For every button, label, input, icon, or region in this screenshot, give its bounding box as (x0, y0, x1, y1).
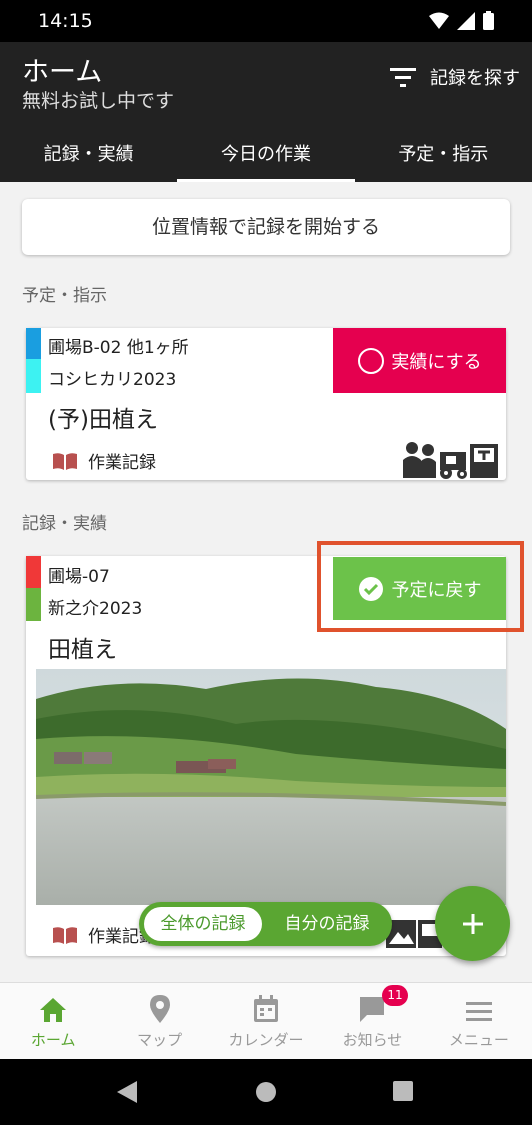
nav-menu-label: メニュー (448, 1031, 509, 1049)
notification-count-badge: 11 (382, 985, 408, 1006)
recents-icon[interactable] (393, 1081, 413, 1101)
nav-map[interactable]: マップ (106, 983, 212, 1059)
field-color-stripe (26, 328, 41, 359)
crop-color-stripe (26, 588, 41, 621)
menu-icon (465, 1002, 492, 1021)
section-label-records: 記録・実績 (22, 514, 107, 534)
system-navigation-bar (0, 1059, 532, 1125)
nav-calendar-label: カレンダー (228, 1031, 304, 1049)
card-crop: 新之介2023 (48, 599, 143, 619)
section-label-planned: 予定・指示 (22, 286, 107, 306)
search-records-button[interactable]: 記録を探す (390, 64, 520, 90)
card-title: (予)田植え (48, 407, 158, 433)
mark-as-done-label: 実績にする (391, 351, 482, 373)
nav-map-label: マップ (137, 1031, 183, 1049)
nav-menu[interactable]: メニュー (426, 983, 532, 1059)
map-pin-icon (149, 995, 170, 1023)
home-icon (40, 998, 67, 1022)
bottom-navigation: ホーム マップ カレンダー お知らせ メニュー (0, 982, 532, 1059)
trial-status: 無料お試し中です (22, 90, 175, 112)
home-circle-icon[interactable] (255, 1081, 277, 1103)
nav-home[interactable]: ホーム (0, 983, 106, 1059)
calendar-icon (254, 995, 279, 1022)
status-time: 14:15 (38, 10, 93, 32)
search-records-label: 記録を探す (430, 68, 520, 89)
back-icon[interactable] (117, 1081, 137, 1103)
circle-icon (358, 347, 385, 374)
tab-today[interactable]: 今日の作業 (177, 130, 355, 182)
field-color-stripe (26, 556, 41, 588)
all-records-option[interactable]: 全体の記録 (144, 907, 262, 941)
filter-icon (390, 68, 416, 87)
book-icon (53, 452, 77, 470)
nav-notifications-label: お知らせ (342, 1031, 403, 1049)
tab-records[interactable]: 記録・実績 (0, 130, 177, 182)
app-header: ホーム 無料お試し中です 記録を探す 記録・実績 今日の作業 予定・指示 (0, 42, 532, 182)
mark-as-done-button[interactable]: 実績にする (333, 328, 506, 393)
card-field: 圃場-07 (48, 567, 110, 587)
status-icons (429, 11, 494, 30)
battery-icon (483, 11, 494, 30)
start-location-record-button[interactable]: 位置情報で記録を開始する (22, 199, 510, 255)
card-field: 圃場B-02 他1ヶ所 (48, 338, 189, 358)
wifi-icon (429, 12, 449, 29)
nav-notifications[interactable]: お知らせ (319, 983, 425, 1059)
nav-home-label: ホーム (30, 1031, 76, 1049)
add-record-button[interactable] (435, 886, 510, 961)
book-icon (53, 926, 77, 944)
revert-to-plan-label: 予定に戻す (391, 579, 482, 601)
tab-plans[interactable]: 予定・指示 (355, 130, 532, 182)
main-content[interactable]: 位置情報で記録を開始する 予定・指示 圃場B-02 他1ヶ所 コシヒカリ2023… (0, 182, 532, 982)
status-bar: 14:15 (0, 0, 532, 42)
crop-color-stripe (26, 359, 41, 393)
my-records-option[interactable]: 自分の記録 (267, 907, 387, 941)
plus-icon (462, 913, 483, 934)
nav-calendar[interactable]: カレンダー (213, 983, 319, 1059)
work-record-label: 作業記録 (88, 453, 156, 473)
check-circle-icon (358, 576, 383, 601)
record-filter-toggle[interactable]: 全体の記録 自分の記録 (139, 902, 392, 946)
page-title: ホーム (22, 57, 103, 88)
field-photo (36, 669, 506, 905)
card-crop: コシヒカリ2023 (48, 370, 177, 390)
workers-machinery-icon (403, 442, 498, 479)
revert-to-plan-button[interactable]: 予定に戻す (333, 557, 506, 620)
work-record-link[interactable]: 作業記録 (52, 448, 156, 473)
signal-icon (457, 11, 475, 30)
tab-bar: 記録・実績 今日の作業 予定・指示 (0, 130, 532, 182)
planned-task-card[interactable]: 圃場B-02 他1ヶ所 コシヒカリ2023 (予)田植え 作業記録 実績にする (26, 328, 506, 480)
card-title: 田植え (48, 637, 117, 663)
